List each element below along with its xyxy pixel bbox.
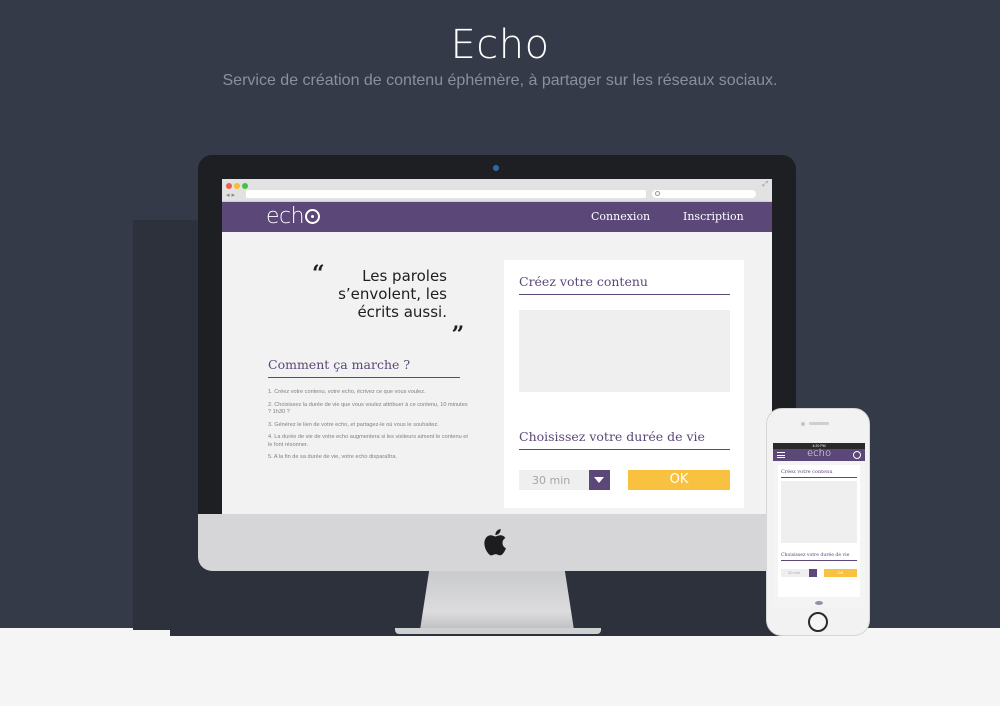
step-item: 5. A la fin de sa durée de vie, votre ec… [268, 454, 398, 460]
imac-chin [198, 514, 796, 571]
phone-create-title: Créez votre contenu [781, 469, 857, 478]
phone-header: echo [773, 448, 865, 461]
create-panel: Créez votre contenu Choisissez votre dur… [504, 260, 744, 508]
browser-toolbar: ◂ ▸ ⤢ [222, 179, 772, 202]
front-camera-icon [801, 422, 805, 426]
apple-logo-icon [484, 529, 506, 556]
browser-search-input[interactable] [652, 190, 756, 198]
duration-value: 30 min [532, 474, 571, 487]
logo-text: ech [266, 204, 305, 229]
how-it-works-steps: 1. Créez votre contenu, votre echo, écri… [268, 389, 468, 467]
browser-window: ◂ ▸ ⤢ ech Connexion Inscription “ Les pa… [222, 179, 772, 515]
close-window-icon[interactable] [226, 183, 232, 189]
maximize-window-icon[interactable] [242, 183, 248, 189]
eye-logo-icon [305, 209, 321, 224]
echo-logo[interactable]: ech [266, 204, 321, 229]
page-subtitle: Service de création de contenu éphémère,… [222, 72, 778, 89]
quote-line-2: s’envolent, les [338, 285, 447, 303]
create-title: Créez votre contenu [519, 274, 730, 295]
site-header: ech Connexion Inscription [222, 202, 772, 232]
iphone-device: 4:20 PM echo Créez votre contenu Choisis… [766, 408, 870, 636]
hero-quote: Les paroles s’envolent, les écrits aussi… [287, 267, 447, 321]
imac-monitor: ◂ ▸ ⤢ ech Connexion Inscription “ Les pa… [198, 155, 796, 571]
imac-stand-base [395, 628, 601, 634]
ok-button[interactable]: OK [628, 470, 730, 490]
quote-line-1: Les paroles [362, 267, 447, 285]
floor [0, 628, 1000, 706]
address-bar[interactable] [246, 190, 646, 198]
quote-line-3: écrits aussi. [357, 303, 447, 321]
imac-stand [420, 570, 574, 630]
minimize-window-icon[interactable] [234, 183, 240, 189]
phone-duration-title: Choisissez votre durée de vie [781, 553, 857, 561]
chevron-down-icon[interactable] [809, 569, 817, 577]
phone-ok-button[interactable]: OK [824, 569, 857, 577]
search-icon [655, 191, 660, 196]
step-item: 1. Créez votre contenu, votre echo, écri… [268, 389, 426, 395]
phone-speaker [809, 422, 829, 425]
camera-icon [493, 165, 499, 171]
nav-connexion-link[interactable]: Connexion [591, 210, 650, 223]
close-quote-mark: „ [452, 309, 465, 335]
content-textarea[interactable] [519, 310, 730, 392]
phone-content-textarea[interactable] [781, 481, 857, 543]
phone-footer-eye-icon [815, 601, 823, 605]
fullscreen-icon[interactable]: ⤢ [762, 181, 768, 189]
help-icon[interactable] [853, 451, 861, 459]
phone-logo[interactable]: echo [807, 448, 831, 459]
back-forward-icon[interactable]: ◂ ▸ [226, 191, 235, 199]
hamburger-menu-icon[interactable] [777, 452, 785, 458]
phone-duration-value: 30 min [788, 570, 801, 575]
phone-screen: 4:20 PM echo Créez votre contenu Choisis… [773, 443, 865, 607]
phone-duration-select[interactable]: 30 min [781, 569, 817, 577]
step-item: 4. La durée de vie de votre echo augment… [268, 434, 468, 448]
nav-inscription-link[interactable]: Inscription [683, 210, 744, 223]
how-it-works-title: Comment ça marche ? [268, 357, 460, 378]
duration-title: Choisissez votre durée de vie [519, 429, 730, 450]
duration-select[interactable]: 30 min [519, 470, 610, 490]
step-item: 3. Générez le lien de votre echo, et par… [268, 421, 439, 428]
home-button[interactable] [808, 612, 828, 632]
phone-create-card: Créez votre contenu Choisissez votre dur… [778, 465, 860, 597]
chevron-down-icon[interactable] [589, 470, 610, 490]
step-item: 2. Choisissez la durée de vie que vous v… [268, 401, 468, 416]
page-title: Echo [450, 22, 550, 68]
